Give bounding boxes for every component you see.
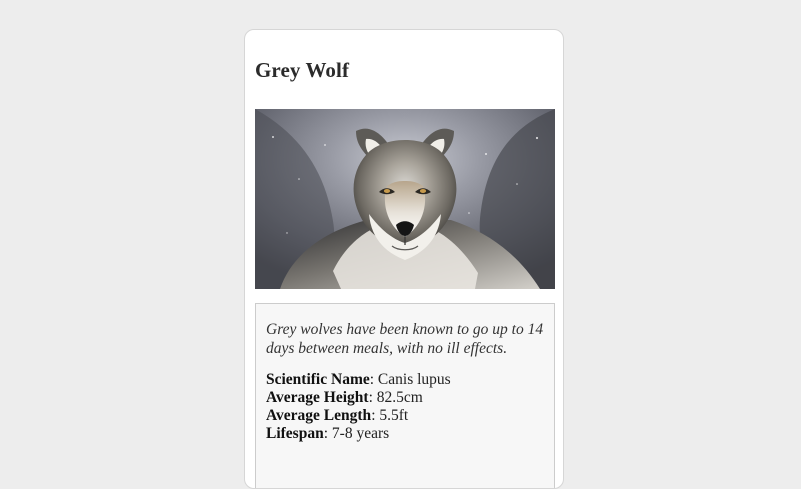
average-height-label: Average Height (266, 389, 369, 406)
scientific-name-row: Scientific Name: Canis lupus (266, 371, 544, 389)
average-height-separator: : (368, 389, 373, 406)
average-height-value: 82.5cm (376, 389, 423, 406)
average-length-row: Average Length: 5.5ft (266, 407, 544, 425)
lifespan-label: Lifespan (266, 425, 324, 442)
wolf-facts-panel: Grey wolves have been known to go up to … (255, 303, 555, 488)
scientific-name-separator: : (369, 371, 375, 388)
scientific-name-value: Canis lupus (377, 371, 451, 388)
average-length-label: Average Length (266, 407, 372, 424)
average-length-separator: : (371, 407, 376, 424)
scientific-name-label: Scientific Name (266, 371, 370, 388)
fact-quote: Grey wolves have been known to go up to … (266, 321, 544, 357)
lifespan-row: Lifespan: 7-8 years (266, 425, 544, 443)
animal-card: Grey Wolf Grey wolves have been known to… (244, 29, 564, 489)
average-length-value: 5.5ft (379, 407, 409, 424)
lifespan-separator: : (323, 425, 329, 442)
average-height-row: Average Height: 82.5cm (266, 389, 544, 407)
lifespan-value: 7-8 years (331, 425, 390, 442)
wolf-photo (255, 109, 555, 289)
card-title: Grey Wolf (255, 58, 350, 82)
